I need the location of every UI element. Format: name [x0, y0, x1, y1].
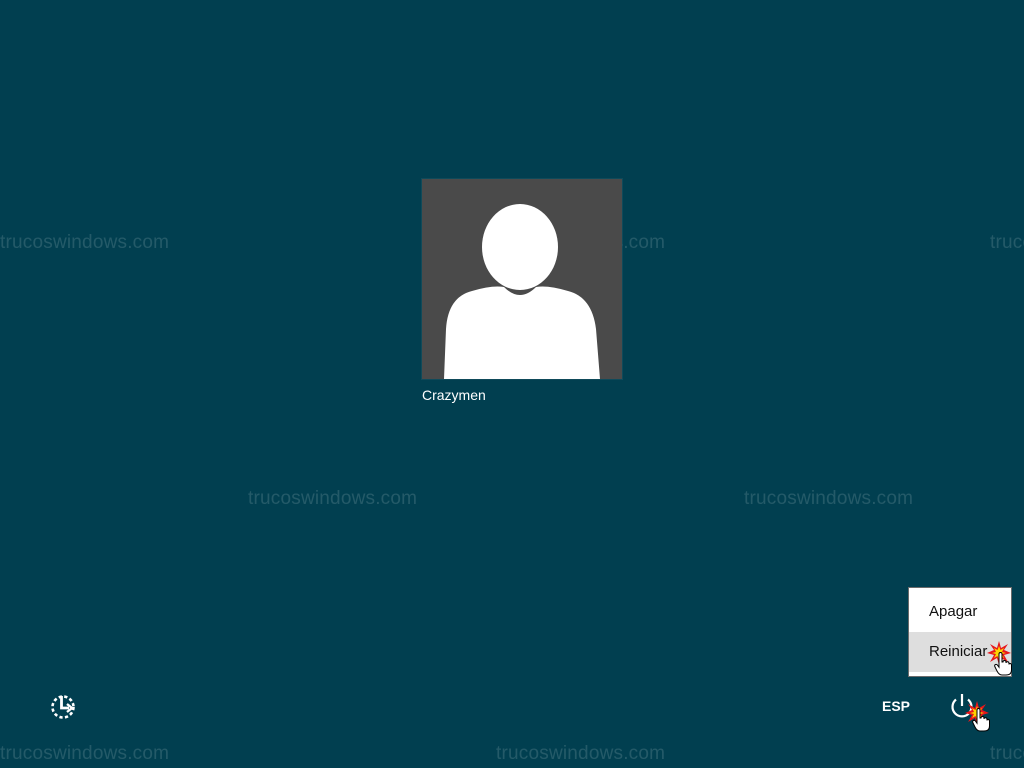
menu-item-shutdown[interactable]: Apagar	[909, 592, 1011, 632]
watermark: trucoswindows.com	[990, 743, 1024, 764]
ease-of-access-button[interactable]	[48, 692, 78, 722]
power-menu: Apagar Reiniciar	[908, 587, 1012, 677]
menu-item-restart[interactable]: Reiniciar	[909, 632, 1011, 672]
power-icon	[951, 694, 973, 718]
user-name-label[interactable]: Crazymen	[422, 387, 486, 403]
language-indicator[interactable]: ESP	[882, 698, 910, 714]
watermark: trucoswindows.com	[990, 232, 1024, 253]
ease-of-access-icon	[51, 695, 75, 719]
lock-screen: trucoswindows.com trucoswindows.com truc…	[0, 0, 1024, 768]
user-silhouette-icon	[444, 204, 600, 379]
watermark: trucoswindows.com	[496, 743, 666, 764]
power-button[interactable]	[946, 690, 978, 722]
watermark: trucoswindows.com	[0, 743, 170, 764]
menu-item-restart-label: Reiniciar	[929, 643, 988, 660]
watermark: trucoswindows.com	[0, 232, 170, 253]
watermark: trucoswindows.com	[744, 488, 914, 509]
watermark: trucoswindows.com	[248, 488, 418, 509]
user-avatar-tile[interactable]	[422, 179, 622, 379]
